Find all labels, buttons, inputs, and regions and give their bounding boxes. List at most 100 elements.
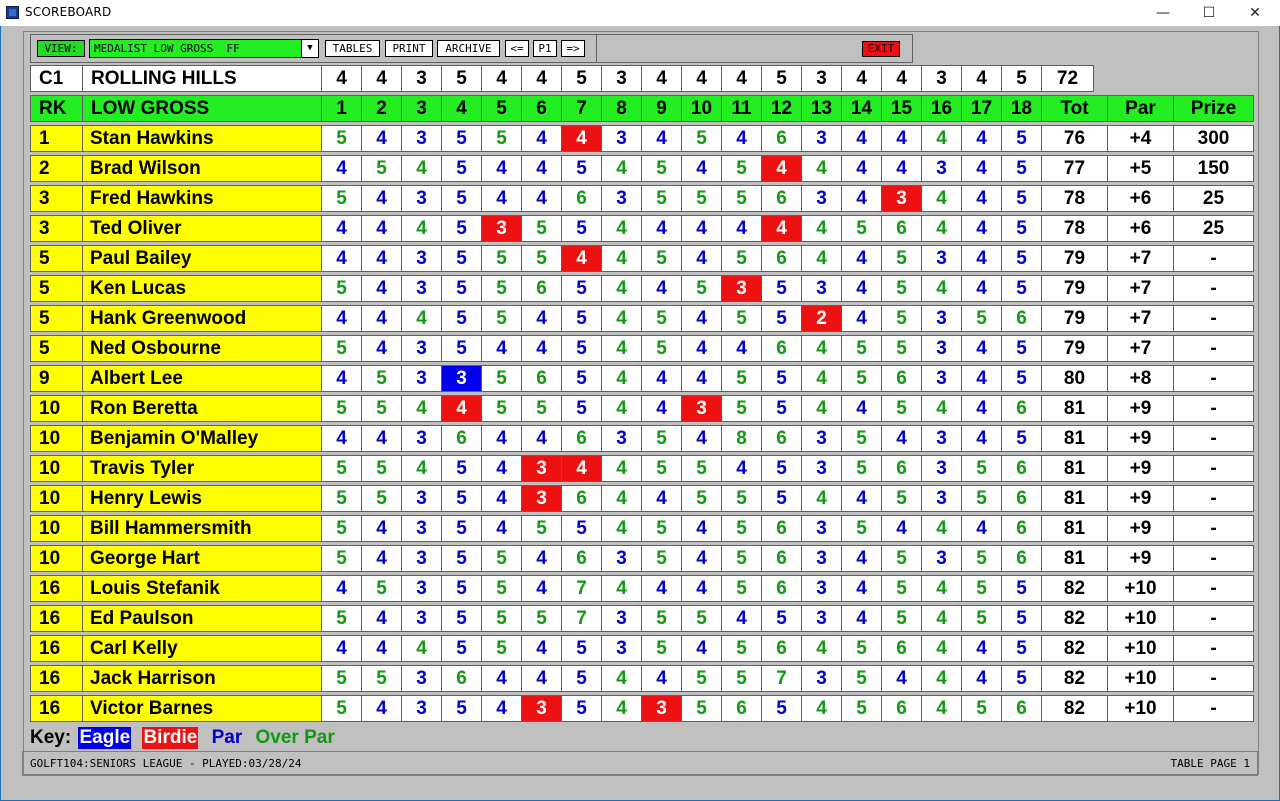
score-cell: 5	[321, 695, 362, 722]
course-name: ROLLING HILLS	[82, 65, 322, 92]
chevron-down-icon[interactable]: ▼	[301, 40, 318, 57]
score-cell: 5	[761, 275, 802, 302]
score-cell: 7	[761, 665, 802, 692]
score-cell: 5	[681, 665, 722, 692]
score-cell: 5	[1001, 335, 1042, 362]
score-cell: 7	[561, 575, 602, 602]
player-par: +10	[1107, 635, 1174, 662]
score-cell: 4	[641, 575, 682, 602]
course-par-hole: 3	[921, 65, 962, 92]
score-cell: 5	[641, 245, 682, 272]
score-cell: 4	[601, 275, 642, 302]
score-cell: 5	[961, 305, 1002, 332]
score-cell: 6	[761, 425, 802, 452]
course-par-hole: 3	[401, 65, 442, 92]
page-button[interactable]: P1	[533, 40, 557, 57]
score-cell: 3	[521, 455, 562, 482]
key-eagle: Eagle	[78, 727, 132, 749]
score-cell: 4	[561, 245, 602, 272]
player-total: 79	[1041, 245, 1108, 272]
score-cell: 4	[801, 215, 842, 242]
score-cell: 3	[401, 425, 442, 452]
score-cell: 4	[521, 185, 562, 212]
view-select[interactable]: MEDALIST LOW GROSS FF ▼	[89, 39, 319, 58]
score-cell: 5	[441, 335, 482, 362]
score-cell: 4	[521, 305, 562, 332]
tables-button[interactable]: TABLES	[325, 40, 380, 57]
score-cell: 5	[441, 275, 482, 302]
exit-button[interactable]: EXIT	[862, 41, 900, 57]
player-name: Albert Lee	[82, 365, 322, 392]
course-par-hole: 4	[321, 65, 362, 92]
course-par-hole: 4	[641, 65, 682, 92]
score-cell: 3	[801, 425, 842, 452]
player-rank: 10	[30, 425, 83, 452]
score-cell: 4	[961, 155, 1002, 182]
course-par-hole: 4	[721, 65, 762, 92]
score-cell: 3	[921, 305, 962, 332]
score-cell: 5	[321, 125, 362, 152]
score-cell: 4	[881, 515, 922, 542]
player-par: +10	[1107, 605, 1174, 632]
player-rank: 16	[30, 695, 83, 722]
score-cell: 5	[481, 365, 522, 392]
header-title: LOW GROSS	[82, 95, 322, 122]
score-cell: 5	[561, 695, 602, 722]
score-cell: 5	[841, 455, 882, 482]
score-cell: 5	[361, 665, 402, 692]
score-cell: 4	[521, 635, 562, 662]
score-cell: 4	[601, 575, 642, 602]
score-cell: 5	[321, 335, 362, 362]
score-cell: 5	[841, 635, 882, 662]
score-cell: 6	[561, 545, 602, 572]
score-cell: 4	[321, 215, 362, 242]
score-cell: 5	[1001, 125, 1042, 152]
score-cell: 4	[841, 575, 882, 602]
maximize-button[interactable]: ☐	[1186, 0, 1232, 26]
score-cell: 5	[761, 695, 802, 722]
score-cell: 5	[521, 515, 562, 542]
score-cell: 4	[361, 305, 402, 332]
score-cell: 4	[481, 515, 522, 542]
score-cell: 4	[401, 455, 442, 482]
print-button[interactable]: PRINT	[385, 40, 433, 57]
score-cell: 4	[881, 125, 922, 152]
score-cell: 5	[321, 185, 362, 212]
score-cell: 4	[401, 395, 442, 422]
score-cell: 4	[361, 425, 402, 452]
score-cell: 5	[1001, 155, 1042, 182]
course-par-hole: 3	[801, 65, 842, 92]
score-cell: 5	[321, 515, 362, 542]
header-par: Par	[1107, 95, 1174, 122]
prev-page-button[interactable]: <=	[505, 40, 529, 57]
window-title: SCOREBOARD	[25, 5, 112, 19]
score-cell: 4	[601, 365, 642, 392]
score-cell: 5	[641, 305, 682, 332]
score-cell: 4	[361, 185, 402, 212]
player-rank: 16	[30, 575, 83, 602]
score-cell: 5	[881, 605, 922, 632]
score-cell: 6	[561, 485, 602, 512]
archive-button[interactable]: ARCHIVE	[437, 40, 500, 57]
player-total: 81	[1041, 515, 1108, 542]
next-page-button[interactable]: =>	[561, 40, 585, 57]
player-par: +9	[1107, 485, 1174, 512]
player-par: +9	[1107, 515, 1174, 542]
score-cell: 4	[921, 395, 962, 422]
score-cell: 5	[441, 155, 482, 182]
player-rank: 9	[30, 365, 83, 392]
score-cell: 6	[761, 245, 802, 272]
score-cell: 4	[841, 245, 882, 272]
score-cell: 6	[881, 365, 922, 392]
course-par-hole: 4	[681, 65, 722, 92]
minimize-button[interactable]: —	[1140, 0, 1186, 26]
close-button[interactable]: ✕	[1232, 0, 1278, 26]
player-par: +7	[1107, 245, 1174, 272]
player-prize: 25	[1173, 215, 1254, 242]
score-cell: 3	[401, 245, 442, 272]
player-prize: -	[1173, 335, 1254, 362]
score-cell: 6	[561, 185, 602, 212]
score-cell: 5	[961, 545, 1002, 572]
score-cell: 3	[721, 275, 762, 302]
score-cell: 4	[841, 305, 882, 332]
